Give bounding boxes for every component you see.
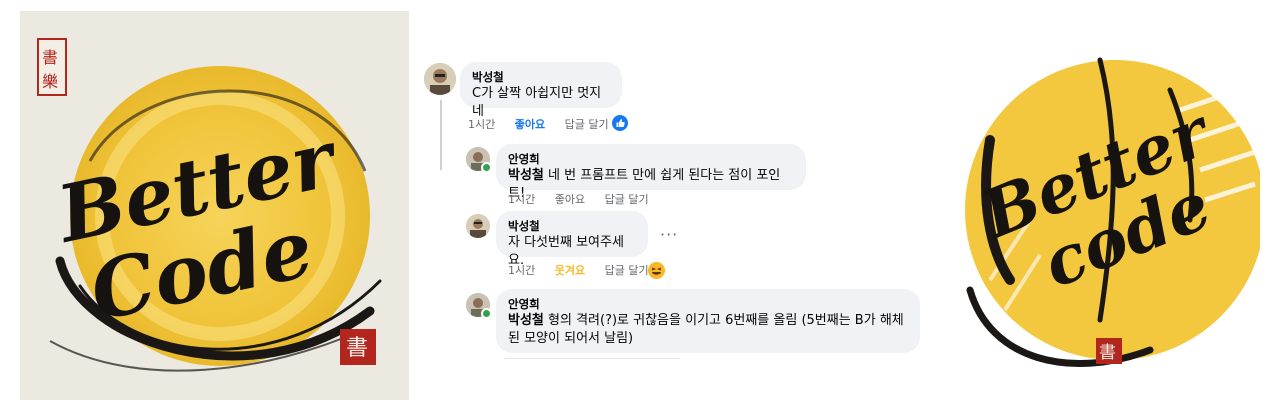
comment-text-line2: 된 모양이 되어서 날림) bbox=[508, 331, 634, 346]
svg-text:書: 書 bbox=[1099, 343, 1116, 363]
comment-author[interactable]: 박성철 bbox=[472, 69, 610, 85]
thread-line bbox=[440, 100, 442, 170]
like-icon[interactable] bbox=[612, 115, 628, 131]
person-photo-icon bbox=[424, 63, 456, 95]
mention-link[interactable]: 박성철 bbox=[508, 313, 544, 328]
better-code-logo-right: Better code 書 bbox=[950, 20, 1260, 380]
reply-button[interactable]: 답글 달기 bbox=[565, 118, 609, 131]
online-status-dot bbox=[481, 162, 492, 173]
comment-actions-1: 1시간 좋아요 답글 달기 bbox=[468, 118, 625, 132]
online-status-dot bbox=[481, 308, 492, 319]
logo-artwork-right: Better code 書 bbox=[965, 57, 1260, 367]
comment-time[interactable]: 1시간 bbox=[508, 193, 535, 206]
avatar-park[interactable] bbox=[424, 63, 456, 95]
comment-bubble-2: 안영희 박성철 네 번 프롬프트 만에 쉽게 된다는 점이 포인트! bbox=[496, 144, 806, 201]
divider bbox=[504, 358, 680, 359]
comment-time[interactable]: 1시간 bbox=[468, 118, 495, 131]
comment-bubble-1: 박성철 C가 살짝 아쉽지만 멋지네 bbox=[460, 62, 622, 119]
comment-author[interactable]: 안영희 bbox=[508, 296, 908, 312]
comment-text: 박성철 형의 격려(?)로 귀찮음을 이기고 6번째를 올림 (5번째는 B가 … bbox=[508, 313, 904, 328]
more-options-icon[interactable]: ··· bbox=[660, 227, 678, 243]
mention-link[interactable]: 박성철 bbox=[508, 168, 544, 183]
comment-time[interactable]: 1시간 bbox=[508, 264, 535, 277]
comment-text: C가 살짝 아쉽지만 멋지네 bbox=[472, 86, 602, 119]
avatar-park[interactable] bbox=[466, 214, 490, 238]
haha-reaction-button[interactable]: 웃겨요 bbox=[555, 264, 585, 277]
comment-author[interactable]: 박성철 bbox=[508, 218, 636, 234]
comment-bubble-4: 안영희 박성철 형의 격려(?)로 귀찮음을 이기고 6번째를 올림 (5번째는… bbox=[496, 289, 920, 353]
like-button[interactable]: 좋아요 bbox=[515, 118, 545, 131]
reply-button[interactable]: 답글 달기 bbox=[605, 264, 649, 277]
comment-actions-2: 1시간 좋아요 답글 달기 bbox=[508, 193, 665, 207]
haha-icon[interactable] bbox=[648, 262, 665, 279]
like-button[interactable]: 좋아요 bbox=[555, 193, 585, 206]
comment-author[interactable]: 안영희 bbox=[508, 151, 794, 167]
reply-button[interactable]: 답글 달기 bbox=[605, 193, 649, 206]
comment-bubble-3: 박성철 자 다섯번째 보여주세요. bbox=[496, 211, 648, 268]
person-photo-icon bbox=[466, 214, 490, 238]
comment-actions-3: 1시간 웃겨요 답글 달기 bbox=[508, 264, 665, 278]
